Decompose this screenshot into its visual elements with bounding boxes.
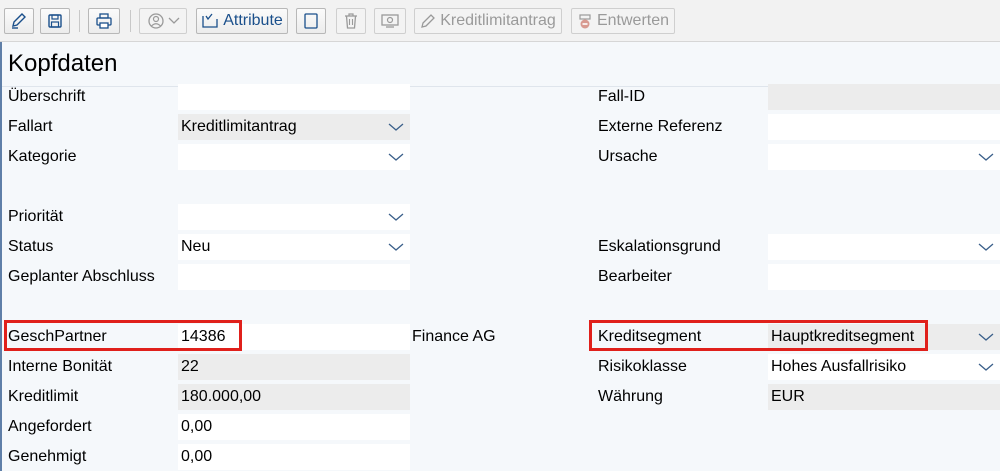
kreditlimit-value: 180.000,00: [178, 384, 410, 410]
angefordert-input[interactable]: 0,00: [178, 414, 410, 440]
waehrung-value: EUR: [768, 384, 1000, 410]
fall-id-value: [768, 84, 1000, 110]
chevron-down-icon: [388, 123, 404, 131]
field-label-geschpartner: GeschPartner: [8, 328, 107, 345]
genehmigt-input[interactable]: 0,00: [178, 444, 410, 470]
toolbar: Attribute Kreditlimitantrag Entwerten: [0, 0, 1000, 42]
field-label-externe-referenz: Externe Referenz: [598, 118, 723, 135]
kopfdaten-panel: Kopfdaten Überschrift Fallart Kreditlimi…: [0, 42, 1000, 471]
pencil-icon: [421, 14, 436, 28]
field-label-ueberschrift: Überschrift: [8, 88, 86, 105]
toolbar-separator: [130, 10, 131, 32]
field-label-ursache: Ursache: [598, 148, 658, 165]
save-disk-icon: [48, 14, 62, 28]
field-label-fallart: Fallart: [8, 118, 53, 135]
trash-icon: [345, 13, 357, 29]
invalidate-icon: [579, 14, 591, 29]
field-label-bearbeiter: Bearbeiter: [598, 268, 672, 285]
display-button[interactable]: [374, 8, 406, 34]
chevron-down-icon: [978, 333, 994, 341]
status-value: Neu: [181, 238, 211, 255]
field-label-waehrung: Währung: [598, 388, 663, 405]
chevron-down-icon: [978, 363, 994, 371]
partner-name: Finance AG: [412, 328, 496, 345]
prioritaet-select[interactable]: [178, 204, 410, 230]
field-label-geplanter-abschluss: Geplanter Abschluss: [8, 268, 155, 285]
field-label-kreditlimit: Kreditlimit: [8, 388, 79, 405]
fallart-select[interactable]: Kreditlimitantrag: [178, 114, 410, 140]
delete-button[interactable]: [336, 8, 366, 34]
field-label-interne-bonitaet: Interne Bonität: [8, 358, 113, 375]
edit-pencil-icon: [12, 13, 26, 29]
field-label-kategorie: Kategorie: [8, 148, 77, 165]
attribute-button-label: Attribute: [223, 12, 283, 29]
printer-icon: [96, 13, 112, 29]
chevron-down-icon: [978, 243, 994, 251]
chevron-down-icon: [168, 17, 179, 24]
ursache-select[interactable]: [768, 144, 1000, 170]
chevron-down-icon: [388, 243, 404, 251]
notes-button[interactable]: [296, 8, 326, 34]
panel-title: Kopfdaten: [8, 50, 118, 77]
attribute-icon: [202, 13, 218, 28]
entwerten-button[interactable]: Entwerten: [571, 8, 675, 34]
kreditlimitantrag-button-label: Kreditlimitantrag: [440, 12, 556, 29]
field-label-eskalationsgrund: Eskalationsgrund: [598, 238, 721, 255]
bearbeiter-input[interactable]: [768, 264, 1000, 290]
kreditsegment-select[interactable]: Hauptkreditsegment: [768, 324, 1000, 350]
field-label-prioritaet: Priorität: [8, 208, 64, 225]
attribute-button[interactable]: Attribute: [196, 8, 288, 34]
user-menu-button[interactable]: [139, 8, 187, 34]
status-select[interactable]: Neu: [178, 234, 410, 260]
field-label-kreditsegment: Kreditsegment: [598, 328, 702, 345]
field-label-risikoklasse: Risikoklasse: [598, 358, 687, 375]
risikoklasse-select[interactable]: Hohes Ausfallrisiko: [768, 354, 1000, 380]
eskalationsgrund-select[interactable]: [768, 234, 1000, 260]
kreditsegment-value: Hauptkreditsegment: [771, 328, 915, 345]
chevron-down-icon: [978, 153, 994, 161]
toolbar-separator: [79, 10, 80, 32]
field-label-genehmigt: Genehmigt: [8, 448, 87, 465]
kreditlimitantrag-button[interactable]: Kreditlimitantrag: [414, 8, 562, 34]
user-circle-icon: [147, 13, 164, 29]
field-label-angefordert: Angefordert: [8, 418, 92, 435]
display-icon: [381, 14, 399, 28]
fallart-value: Kreditlimitantrag: [181, 118, 297, 135]
field-label-status: Status: [8, 238, 54, 255]
edit-button[interactable]: [4, 8, 34, 34]
ueberschrift-input[interactable]: [178, 84, 410, 110]
entwerten-button-label: Entwerten: [596, 12, 670, 29]
geplanter-abschluss-input[interactable]: [178, 264, 410, 290]
print-button[interactable]: [88, 8, 120, 34]
kategorie-select[interactable]: [178, 144, 410, 170]
field-label-fall-id: Fall-ID: [598, 88, 646, 105]
chevron-down-icon: [388, 153, 404, 161]
interne-bonitaet-value: 22: [178, 354, 410, 380]
document-icon: [304, 13, 318, 29]
save-button[interactable]: [40, 8, 70, 34]
chevron-down-icon: [388, 213, 404, 221]
risikoklasse-value: Hohes Ausfallrisiko: [771, 358, 907, 375]
externe-referenz-input[interactable]: [768, 114, 1000, 140]
geschpartner-input[interactable]: 14386: [178, 324, 410, 350]
